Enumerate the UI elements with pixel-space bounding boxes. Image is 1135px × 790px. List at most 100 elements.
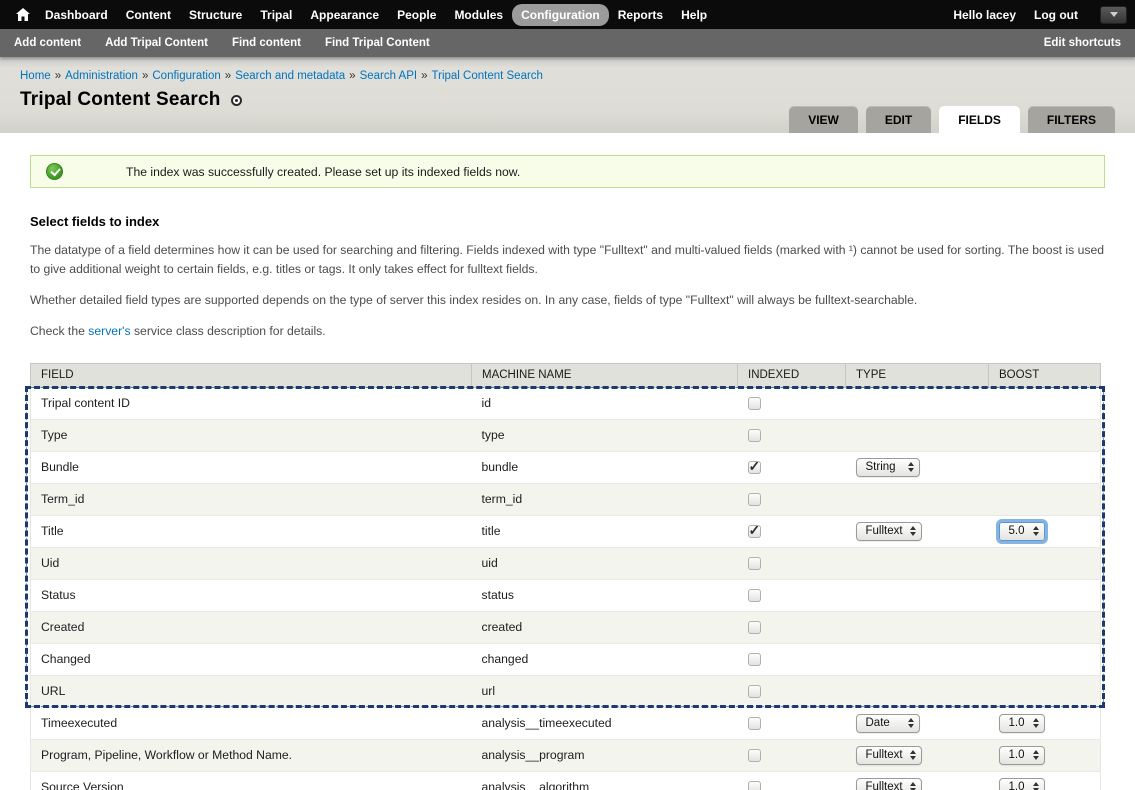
table-row: Program, Pipeline, Workflow or Method Na…	[31, 739, 1101, 771]
boost-select[interactable]: 1.0	[999, 746, 1045, 765]
boost-select[interactable]: 5.0	[999, 522, 1045, 541]
indexed-checkbox[interactable]	[748, 429, 761, 442]
machine-name: uid	[472, 547, 738, 579]
logout-link[interactable]: Log out	[1034, 8, 1078, 22]
column-header-boost: BOOST	[989, 363, 1101, 387]
type-select[interactable]: Fulltext	[856, 522, 922, 541]
field-label: Created	[31, 611, 472, 643]
edit-shortcuts-link[interactable]: Edit shortcuts	[1044, 37, 1121, 49]
breadcrumb-tripal-content-search[interactable]: Tripal Content Search	[432, 70, 543, 82]
shortcut-find-tripal-content[interactable]: Find Tripal Content	[325, 37, 430, 49]
breadcrumb: Home»Administration»Configuration»Search…	[20, 70, 1115, 82]
machine-name: url	[472, 675, 738, 707]
breadcrumb-search-api[interactable]: Search API	[360, 70, 418, 82]
description-paragraph-1: The datatype of a field determines how i…	[30, 241, 1105, 279]
indexed-checkbox[interactable]	[748, 749, 761, 762]
tab-filters[interactable]: FILTERS	[1028, 106, 1115, 133]
stepper-arrows-icon	[1026, 718, 1039, 728]
table-row: Type type	[31, 419, 1101, 451]
table-row: URL url	[31, 675, 1101, 707]
indexed-checkbox[interactable]	[748, 493, 761, 506]
indexed-checkbox[interactable]	[748, 653, 761, 666]
type-select-value: Fulltext	[866, 749, 903, 761]
main-content: The index was successfully created. Plea…	[0, 133, 1135, 790]
description-paragraph-2: Whether detailed field types are support…	[30, 291, 1105, 310]
boost-select-value: 1.0	[1009, 749, 1025, 761]
home-icon[interactable]	[10, 8, 36, 21]
indexed-checkbox[interactable]	[748, 621, 761, 634]
table-header-row: FIELD MACHINE NAME INDEXED TYPE BOOST	[31, 363, 1101, 387]
menu-item-content[interactable]: Content	[117, 4, 180, 26]
table-row: Title title Fulltext 5.0	[31, 515, 1101, 547]
indexed-checkbox[interactable]	[748, 589, 761, 602]
menu-item-dashboard[interactable]: Dashboard	[36, 4, 117, 26]
indexed-checkbox[interactable]	[748, 557, 761, 570]
tab-view[interactable]: VIEW	[789, 106, 858, 133]
indexed-checkbox[interactable]	[748, 685, 761, 698]
type-select[interactable]: Fulltext	[856, 746, 922, 765]
menu-item-structure[interactable]: Structure	[180, 4, 251, 26]
boost-select[interactable]: 1.0	[999, 714, 1045, 733]
type-select-value: Fulltext	[866, 781, 903, 790]
machine-name: id	[472, 387, 738, 419]
field-label: Status	[31, 579, 472, 611]
field-label: Type	[31, 419, 472, 451]
boost-select-value: 1.0	[1009, 781, 1025, 790]
tab-fields[interactable]: FIELDS	[939, 106, 1020, 133]
breadcrumb-home[interactable]: Home	[20, 70, 51, 82]
toolbar-toggle-button[interactable]	[1100, 6, 1127, 24]
menu-item-appearance[interactable]: Appearance	[301, 4, 388, 26]
admin-toolbar: Dashboard Content Structure Tripal Appea…	[0, 0, 1135, 29]
boost-select[interactable]: 1.0	[999, 778, 1045, 790]
indexed-checkbox[interactable]	[748, 525, 761, 538]
machine-name: changed	[472, 643, 738, 675]
table-row: Term_id term_id	[31, 483, 1101, 515]
field-label: Changed	[31, 643, 472, 675]
column-header-field: FIELD	[31, 363, 472, 387]
field-label: Program, Pipeline, Workflow or Method Na…	[31, 739, 472, 771]
indexed-checkbox[interactable]	[748, 717, 761, 730]
shortcut-add-tripal-content[interactable]: Add Tripal Content	[105, 37, 208, 49]
type-select-value: Fulltext	[866, 525, 903, 537]
breadcrumb-administration[interactable]: Administration	[65, 70, 138, 82]
type-select[interactable]: String	[856, 458, 920, 477]
add-shortcut-icon[interactable]	[231, 95, 242, 106]
breadcrumb-search-and-metadata[interactable]: Search and metadata	[235, 70, 345, 82]
menu-item-modules[interactable]: Modules	[445, 4, 512, 26]
indexed-checkbox[interactable]	[748, 397, 761, 410]
menu-item-configuration[interactable]: Configuration	[512, 4, 609, 26]
boost-select-value: 1.0	[1009, 717, 1025, 729]
indexed-checkbox[interactable]	[748, 781, 761, 790]
shortcut-add-content[interactable]: Add content	[14, 37, 81, 49]
success-check-icon	[46, 163, 63, 180]
table-row: Created created	[31, 611, 1101, 643]
type-select-value: String	[866, 461, 896, 473]
menu-item-people[interactable]: People	[388, 4, 445, 26]
stepper-arrows-icon	[1026, 750, 1039, 760]
description-paragraph-3: Check the server's service class descrip…	[30, 322, 1105, 341]
tab-edit[interactable]: EDIT	[866, 106, 931, 133]
type-select[interactable]: Date	[856, 714, 920, 733]
boost-select-value: 5.0	[1009, 525, 1025, 537]
machine-name: term_id	[472, 483, 738, 515]
menu-item-help[interactable]: Help	[672, 4, 716, 26]
status-message-text: The index was successfully created. Plea…	[126, 165, 520, 179]
table-row: Changed changed	[31, 643, 1101, 675]
table-row: Timeexecuted analysis__timeexecuted Date…	[31, 707, 1101, 739]
user-greeting[interactable]: Hello lacey	[953, 8, 1016, 22]
menu-item-reports[interactable]: Reports	[609, 4, 672, 26]
table-row: Bundle bundle String	[31, 451, 1101, 483]
machine-name: analysis__algorithm	[472, 771, 738, 790]
stepper-arrows-icon	[901, 718, 914, 728]
field-label: Source Version	[31, 771, 472, 790]
machine-name: title	[472, 515, 738, 547]
type-select[interactable]: Fulltext	[856, 778, 922, 790]
breadcrumb-configuration[interactable]: Configuration	[152, 70, 220, 82]
indexed-checkbox[interactable]	[748, 461, 761, 474]
stepper-arrows-icon	[1026, 782, 1039, 790]
menu-item-tripal[interactable]: Tripal	[251, 4, 301, 26]
field-label: URL	[31, 675, 472, 707]
server-link[interactable]: server's	[88, 324, 130, 338]
field-label: Timeexecuted	[31, 707, 472, 739]
shortcut-find-content[interactable]: Find content	[232, 37, 301, 49]
